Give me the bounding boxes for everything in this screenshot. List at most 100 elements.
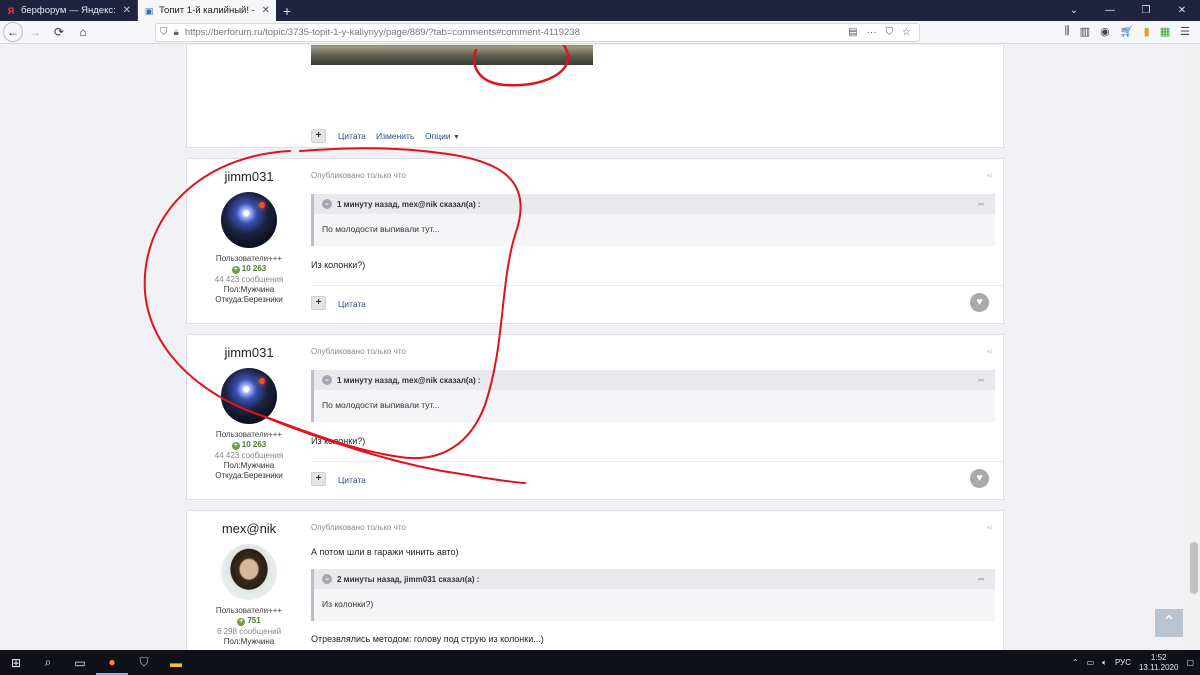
sidebar-icon[interactable]: ▥ <box>1080 25 1090 38</box>
cart-icon[interactable]: 🛒︎ <box>1120 25 1134 38</box>
bookmark-star-icon[interactable]: ☆ <box>902 27 911 38</box>
chevron-icon[interactable]: ⌄ <box>322 375 332 385</box>
post-image[interactable] <box>311 45 593 65</box>
shield-icon[interactable]: ⛉ <box>160 27 168 38</box>
arrow-right-icon: → <box>29 25 41 39</box>
game-icon: ⛉ <box>139 655 149 669</box>
username[interactable]: jimm031 <box>187 345 311 360</box>
task-view-button[interactable]: ▭ <box>64 650 96 675</box>
post-date: Опубликовано только что <box>311 523 406 532</box>
gender: Пол:Мужчина <box>223 461 275 470</box>
gender: Пол:Мужчина <box>223 285 275 294</box>
windows-logo-icon: ⊞ <box>10 655 22 670</box>
menu-icon[interactable]: ☰ <box>1180 25 1190 38</box>
reader-view-icon[interactable]: ▤ <box>848 27 857 38</box>
avatar[interactable] <box>221 192 277 248</box>
tab-title: берфорум — Яндекс: нашлос <box>21 5 119 16</box>
more-actions-icon[interactable]: ··· <box>867 27 877 38</box>
avatar[interactable] <box>221 368 277 424</box>
notification-icon[interactable]: ▢ <box>1186 658 1194 667</box>
folder-icon: ▬ <box>170 655 182 670</box>
close-icon[interactable]: ✕ <box>262 5 270 16</box>
avatar[interactable] <box>221 544 277 600</box>
edit-link[interactable]: Изменить <box>376 131 414 141</box>
post-footer: + Цитата ♥ <box>311 461 1003 497</box>
share-icon[interactable]: ⋖ <box>986 523 993 532</box>
new-tab-button[interactable]: + <box>276 0 298 21</box>
address-bar[interactable]: ⛉ 🔒︎ https://berforum.ru/topic/3735-topi… <box>155 23 920 42</box>
share-icon[interactable]: ⋖ <box>986 171 993 180</box>
chevron-icon[interactable]: ⌄ <box>322 199 332 209</box>
options-link[interactable]: Опции ▼ <box>425 131 460 141</box>
scrollbar-thumb[interactable] <box>1190 542 1198 594</box>
extension-icon[interactable]: ▮ <box>1144 25 1150 38</box>
start-button[interactable]: ⊞ <box>0 650 32 675</box>
addons-icon[interactable]: ▦ <box>1160 25 1170 38</box>
library-icon[interactable]: ⫼ <box>1065 25 1070 38</box>
account-icon[interactable]: ◉ <box>1100 25 1110 38</box>
username[interactable]: mex@nik <box>187 521 311 536</box>
user-group: Пользователи+++ <box>215 254 283 263</box>
reputation-value: 10 263 <box>241 264 267 273</box>
chevron-icon[interactable]: ⌄ <box>322 574 332 584</box>
tab-yandex[interactable]: Я берфорум — Яндекс: нашлос ✕ <box>0 0 138 21</box>
restore-icon[interactable]: ❐ <box>1128 0 1164 21</box>
clock[interactable]: 1:52 13.11.2020 <box>1139 653 1178 673</box>
volume-icon[interactable]: 🔈︎ <box>1102 658 1107 668</box>
chevron-up-icon[interactable]: ⌃ <box>1072 658 1079 667</box>
pocket-icon[interactable]: ⛉ <box>886 27 894 38</box>
reputation-value: 10 263 <box>241 440 267 449</box>
windows-taskbar: ⊞ ⌕ ▭ ● ⛉ ▬ ⌃ ▭ 🔈︎ РУС 1:52 13.11.2020 ▢ <box>0 650 1200 675</box>
user-group: Пользователи+++ <box>215 606 283 615</box>
options-label: Опции <box>425 131 451 141</box>
post-author: jimm031 Пользователи+++ +10 263 44 423 с… <box>187 159 311 304</box>
reload-icon: ⟳ <box>53 25 65 39</box>
search-button[interactable]: ⌕ <box>32 650 64 675</box>
quote-text: Из колонки?) <box>322 599 374 609</box>
taskbar-game[interactable]: ⛉ <box>128 650 160 675</box>
plus-icon: + <box>231 266 240 274</box>
firefox-icon: ● <box>108 654 116 669</box>
multiquote-button[interactable]: + <box>311 472 326 486</box>
forum-post: jimm031 Пользователи+++ +10 263 44 423 с… <box>186 334 1004 500</box>
heart-icon[interactable]: ♥ <box>970 293 989 312</box>
go-to-quote-icon[interactable]: ➦ <box>977 199 985 210</box>
forward-button[interactable]: → <box>23 21 47 44</box>
post-date: Опубликовано только что <box>311 347 406 356</box>
task-view-icon: ▭ <box>74 655 86 670</box>
taskbar-firefox[interactable]: ● <box>96 650 128 675</box>
reload-button[interactable]: ⟳ <box>47 21 71 44</box>
heart-icon[interactable]: ♥ <box>970 469 989 488</box>
go-to-quote-icon[interactable]: ➦ <box>977 375 985 386</box>
quote-link[interactable]: Цитата <box>338 131 366 141</box>
forum-page: + Цитата Изменить Опции ▼ jimm031 Пользо… <box>0 45 1200 650</box>
forum-post: jimm031 Пользователи+++ +10 263 44 423 с… <box>186 158 1004 324</box>
close-icon[interactable]: ✕ <box>123 5 131 16</box>
url-text[interactable]: https://berforum.ru/topic/3735-topit-1-y… <box>185 27 580 38</box>
home-button[interactable]: ⌂ <box>71 21 95 44</box>
lock-icon[interactable]: 🔒︎ <box>174 27 179 38</box>
tab-berforum[interactable]: ▣ Топит 1-й калийный! - Страни ✕ <box>138 0 276 21</box>
scroll-to-top-button[interactable]: ⌃ <box>1155 609 1183 637</box>
go-to-quote-icon[interactable]: ➦ <box>977 574 985 585</box>
yandex-icon: Я <box>7 5 15 16</box>
scrollbar[interactable] <box>1188 45 1200 650</box>
minimize-icon[interactable]: — <box>1092 0 1128 21</box>
network-icon[interactable]: ▭ <box>1087 658 1095 667</box>
quote-block: ⌄ 2 минуты назад, jimm031 сказал(а) : ➦ Из… <box>311 569 995 621</box>
reputation: +10 263 <box>187 264 311 274</box>
multiquote-button[interactable]: + <box>311 129 326 143</box>
close-window-icon[interactable]: ✕ <box>1164 0 1200 21</box>
taskbar-explorer[interactable]: ▬ <box>160 650 192 675</box>
plus-icon: + <box>237 618 246 626</box>
quote-text: По молодости выпивали тут... <box>322 400 440 410</box>
date: 13.11.2020 <box>1138 662 1179 672</box>
language-indicator[interactable]: РУС <box>1115 658 1131 667</box>
share-icon[interactable]: ⋖ <box>986 347 993 356</box>
username[interactable]: jimm031 <box>187 169 311 184</box>
back-button[interactable]: ← <box>3 22 23 42</box>
multiquote-button[interactable]: + <box>311 296 326 310</box>
chevron-down-icon[interactable]: ⌄ <box>1056 0 1092 21</box>
quote-link[interactable]: Цитата <box>338 475 366 485</box>
quote-link[interactable]: Цитата <box>338 299 366 309</box>
